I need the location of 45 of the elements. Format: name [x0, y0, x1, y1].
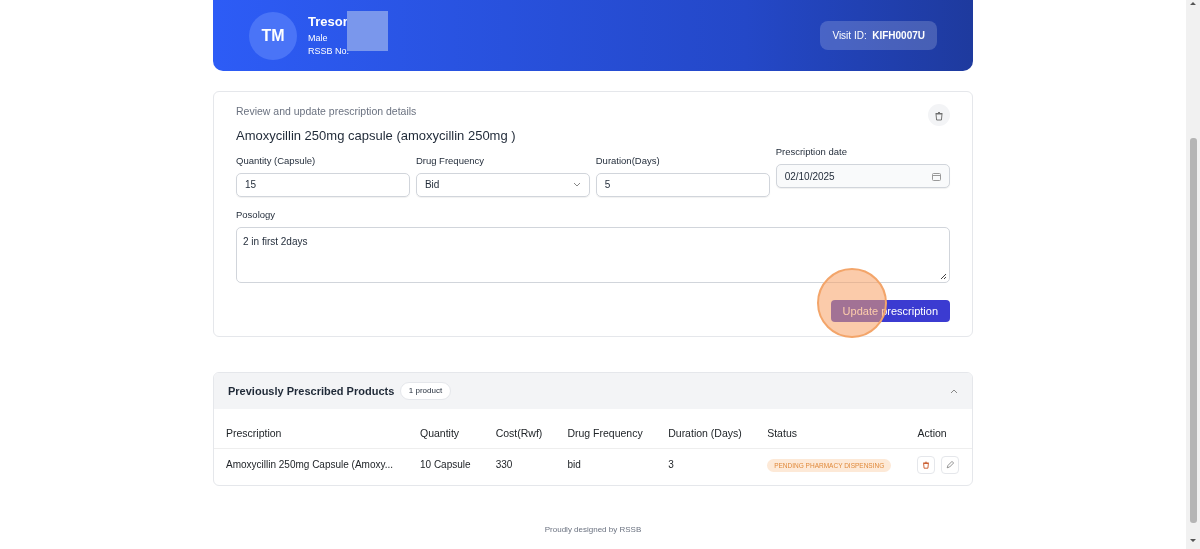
pencil-icon — [945, 460, 954, 469]
trash-icon — [934, 110, 944, 121]
chevron-down-icon — [573, 181, 582, 188]
calendar-icon — [932, 171, 941, 181]
field-label: Drug Frequency — [415, 153, 485, 168]
form-subtitle: Review and update prescription details — [236, 104, 418, 119]
patient-name: Tresor — [308, 13, 349, 32]
trash-icon — [922, 460, 931, 469]
footer-text: Proudly designed by RSSB — [543, 523, 643, 536]
drug-title: Amoxycillin 250mg capsule (amoxycillin 250mg ) — [236, 126, 516, 145]
field-label: Quantity (Capsule) — [236, 153, 317, 168]
patient-gender: Male — [308, 31, 329, 45]
redaction-block — [347, 11, 388, 51]
frequency-select[interactable]: Bid — [415, 172, 591, 197]
table-cell: Amoxycillin 250mg Capsule (Amoxy... — [214, 448, 408, 485]
table-cell: 3 — [656, 448, 756, 485]
visit-label: Visit ID: — [832, 29, 867, 43]
input-field[interactable]: 5 — [595, 172, 771, 197]
section-title: Previously Prescribed Products — [228, 383, 395, 399]
column-header: Cost(Rwf) — [483, 409, 556, 449]
edit-button[interactable] — [940, 455, 959, 474]
section-header[interactable]: Previously Prescribed Products 1 product — [214, 373, 972, 409]
rssb-label: RSSB No: — [308, 45, 349, 59]
resize-handle-icon — [940, 273, 947, 280]
date-field[interactable]: 02/10/2025 — [775, 164, 950, 189]
column-header: Prescription — [214, 409, 408, 449]
table-cell: 330 — [483, 448, 556, 485]
column-header: Status — [755, 409, 906, 449]
column-header: Quantity — [408, 409, 484, 449]
table-cell: bid — [555, 448, 657, 485]
field-label: Duration(Days) — [595, 153, 661, 168]
avatar: TM — [249, 11, 297, 60]
count-badge: 1 product — [399, 382, 452, 400]
field-label: Posology — [236, 207, 277, 222]
column-header: Drug Frequency — [555, 409, 657, 449]
scrollbar[interactable] — [1186, 0, 1200, 549]
posology-field[interactable]: 2 in first 2days — [236, 227, 950, 283]
column-header: Action — [905, 409, 972, 449]
delete-button[interactable] — [928, 104, 950, 126]
table-cell: 10 Capsule — [408, 448, 484, 485]
column-header: Duration (Days) — [656, 409, 756, 449]
delete-button[interactable] — [917, 455, 936, 474]
visit-id: KIFH0007U — [872, 29, 925, 43]
input-field[interactable]: 15 — [236, 172, 411, 197]
field-label: Prescription date — [775, 145, 848, 159]
